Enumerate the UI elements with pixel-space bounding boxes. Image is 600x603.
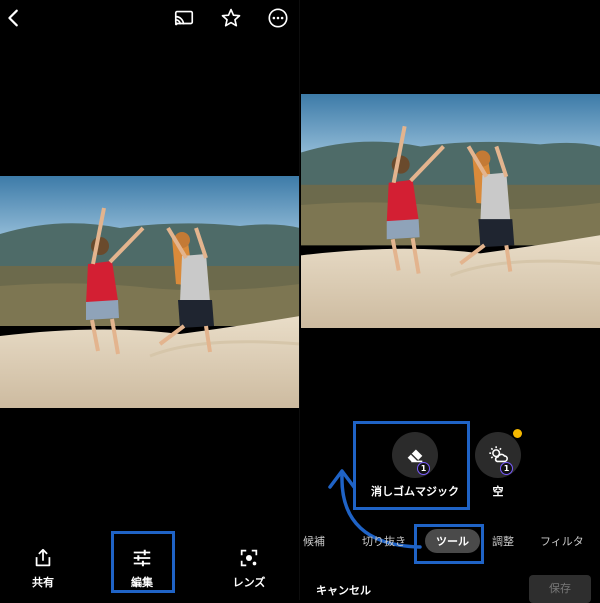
beach-jump-photo xyxy=(0,176,300,408)
edit-label: 編集 xyxy=(131,576,153,589)
lens-icon xyxy=(234,545,264,571)
more-options-button[interactable] xyxy=(266,6,290,30)
edit-photo-preview xyxy=(301,94,600,328)
save-button[interactable]: 保存 xyxy=(529,575,591,603)
favorite-button[interactable] xyxy=(219,6,243,30)
cast-icon xyxy=(174,10,194,26)
beach-jump-photo xyxy=(301,94,600,328)
cancel-button[interactable]: キャンセル xyxy=(316,582,371,598)
photo-editor-panel: 1 消しゴムマジック 1 空 xyxy=(300,0,600,600)
tab-tools[interactable]: ツール xyxy=(425,529,480,553)
back-button[interactable] xyxy=(2,6,26,30)
lens-label: レンズ xyxy=(232,576,266,589)
cast-button[interactable] xyxy=(172,6,196,30)
tab-filters[interactable]: フィルタ xyxy=(540,533,584,549)
more-circle-icon xyxy=(268,8,288,28)
share-button[interactable]: 共有 xyxy=(25,545,61,590)
sliders-icon xyxy=(127,545,157,571)
sky-tool-circle: 1 xyxy=(475,429,522,478)
edit-button[interactable]: 編集 xyxy=(120,545,164,590)
photo-viewer-panel: 共有 編集 レンズ xyxy=(0,0,300,600)
lens-button[interactable]: レンズ xyxy=(226,545,272,590)
share-label: 共有 xyxy=(32,576,54,589)
tab-adjust[interactable]: 調整 xyxy=(492,533,514,549)
star-icon xyxy=(221,8,241,27)
chevron-left-icon xyxy=(8,9,18,27)
sky-tool-button[interactable]: 1 空 xyxy=(472,429,524,499)
sky-tool-badge: 1 xyxy=(500,462,513,475)
tab-crop[interactable]: 切り抜き xyxy=(362,533,406,549)
sky-tool-label: 空 xyxy=(492,485,504,498)
share-icon xyxy=(28,545,58,571)
editor-tabs: 候補 切り抜き ツール 調整 フィルタ xyxy=(300,528,600,558)
photo[interactable] xyxy=(0,176,300,408)
sky-tool-new-dot xyxy=(513,429,522,438)
tab-suggestions[interactable]: 候補 xyxy=(303,533,325,549)
